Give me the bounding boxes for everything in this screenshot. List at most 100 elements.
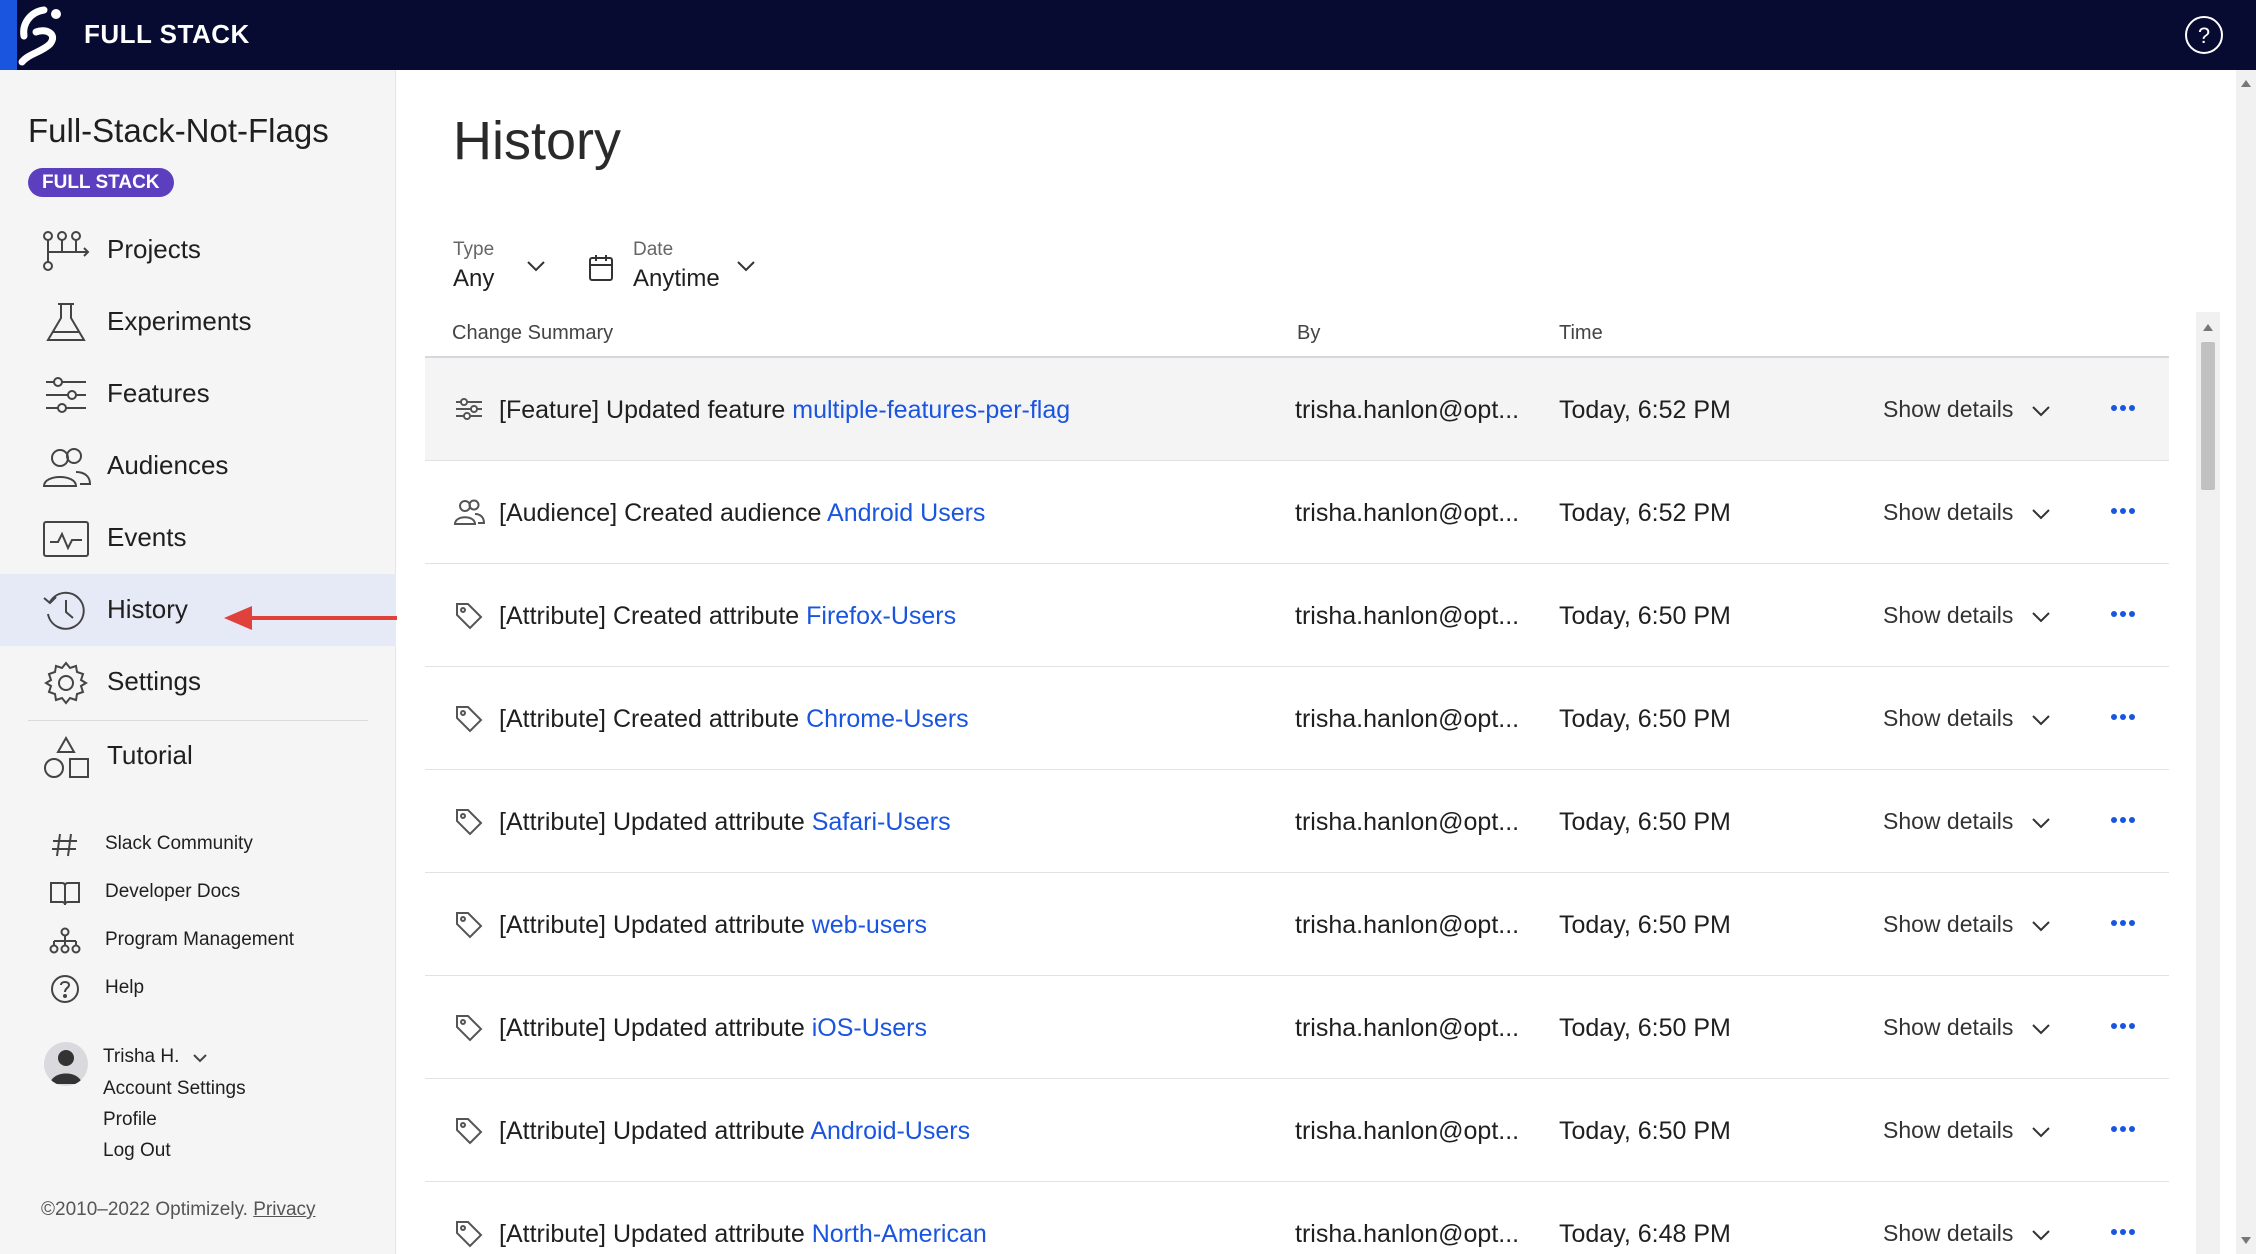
change-target-link[interactable]: iOS-Users bbox=[812, 1014, 927, 1042]
change-summary: [Attribute] Updated attribute Safari-Use… bbox=[499, 808, 951, 837]
optimizely-logo-icon[interactable] bbox=[0, 0, 72, 70]
history-row[interactable]: [Audience] Created audience Android User… bbox=[425, 461, 2169, 564]
change-target-link[interactable]: Chrome-Users bbox=[806, 705, 969, 733]
change-summary: [Attribute] Updated attribute Android-Us… bbox=[499, 1117, 970, 1146]
sidebar-item-features[interactable]: Features bbox=[0, 358, 396, 430]
history-row[interactable]: [Attribute] Updated attribute North-Amer… bbox=[425, 1182, 2169, 1254]
gear-icon bbox=[44, 661, 88, 705]
more-options-icon[interactable] bbox=[2105, 596, 2141, 632]
chevron-down-icon[interactable] bbox=[2028, 707, 2054, 733]
column-header-time: Time bbox=[1559, 322, 1603, 344]
sidebar-item-projects[interactable]: Projects bbox=[0, 214, 396, 286]
users-icon bbox=[453, 499, 485, 525]
sidebar-item-label: Tutorial bbox=[107, 740, 193, 770]
sidebar-link-program-management[interactable]: Program Management bbox=[0, 920, 396, 960]
show-details-button[interactable]: Show details bbox=[1883, 602, 2013, 629]
chevron-down-icon[interactable] bbox=[190, 1048, 210, 1068]
chevron-down-icon[interactable] bbox=[2028, 501, 2054, 527]
sidebar-item-settings[interactable]: Settings bbox=[0, 646, 396, 718]
chevron-down-icon[interactable] bbox=[2028, 1119, 2054, 1145]
more-options-icon[interactable] bbox=[2105, 1214, 2141, 1250]
svg-text:?: ? bbox=[2198, 23, 2210, 48]
change-target-link[interactable]: Firefox-Users bbox=[806, 602, 956, 630]
sidebar-item-label: Settings bbox=[107, 666, 201, 696]
history-row[interactable]: [Attribute] Created attribute Chrome-Use… bbox=[425, 667, 2169, 770]
show-details-button[interactable]: Show details bbox=[1883, 911, 2013, 938]
show-details-button[interactable]: Show details bbox=[1883, 705, 2013, 732]
history-row[interactable]: [Attribute] Created attribute Firefox-Us… bbox=[425, 564, 2169, 667]
chevron-down-icon[interactable] bbox=[2028, 1016, 2054, 1042]
chevron-down-icon[interactable] bbox=[2028, 604, 2054, 630]
show-details-button[interactable]: Show details bbox=[1883, 1014, 2013, 1041]
show-details-button[interactable]: Show details bbox=[1883, 808, 2013, 835]
sidebar-link-slack-community[interactable]: Slack Community bbox=[0, 824, 396, 864]
change-action: Updated attribute bbox=[606, 808, 812, 836]
scrollbar-thumb[interactable] bbox=[2201, 342, 2215, 490]
change-action: Created attribute bbox=[606, 705, 807, 733]
show-details-button[interactable]: Show details bbox=[1883, 1220, 2013, 1247]
calendar-icon[interactable] bbox=[587, 253, 615, 283]
log-out-link[interactable]: Log Out bbox=[103, 1140, 171, 1162]
change-time: Today, 6:50 PM bbox=[1559, 602, 1731, 630]
sidebar-item-events[interactable]: Events bbox=[0, 502, 396, 574]
show-details-button[interactable]: Show details bbox=[1883, 396, 2013, 423]
sidebar-item-experiments[interactable]: Experiments bbox=[0, 286, 396, 358]
more-options-icon[interactable] bbox=[2105, 802, 2141, 838]
changed-by: trisha.hanlon@opt... bbox=[1295, 396, 1520, 424]
privacy-link[interactable]: Privacy bbox=[253, 1199, 315, 1220]
sidebar-item-audiences[interactable]: Audiences bbox=[0, 430, 396, 502]
account-settings-link[interactable]: Account Settings bbox=[103, 1078, 246, 1100]
history-row[interactable]: [Attribute] Updated attribute iOS-Users t… bbox=[425, 976, 2169, 1079]
change-target-link[interactable]: Android-Users bbox=[810, 1117, 970, 1145]
change-target-link[interactable]: North-American bbox=[812, 1220, 987, 1248]
sidebar-item-tutorial[interactable]: Tutorial bbox=[0, 720, 396, 792]
change-action: Updated attribute bbox=[606, 1117, 811, 1145]
more-options-icon[interactable] bbox=[2105, 905, 2141, 941]
chevron-down-icon[interactable] bbox=[2028, 810, 2054, 836]
tag-icon bbox=[456, 603, 483, 630]
chevron-down-icon[interactable] bbox=[2028, 398, 2054, 424]
avatar[interactable] bbox=[44, 1042, 88, 1086]
sliders-icon bbox=[456, 398, 482, 420]
history-row[interactable]: [Attribute] Updated attribute Safari-Use… bbox=[425, 770, 2169, 873]
more-options-icon[interactable] bbox=[2105, 1008, 2141, 1044]
more-options-icon[interactable] bbox=[2105, 390, 2141, 426]
help-circle-icon[interactable]: ? bbox=[2183, 14, 2225, 56]
sidebar-link-label: Slack Community bbox=[105, 833, 253, 854]
show-details-button[interactable]: Show details bbox=[1883, 1117, 2013, 1144]
more-options-icon[interactable] bbox=[2105, 493, 2141, 529]
change-action: Created audience bbox=[617, 499, 828, 527]
list-scrollbar[interactable] bbox=[2196, 312, 2220, 1254]
scroll-up-arrow-icon[interactable] bbox=[2202, 322, 2214, 332]
sidebar-item-label: Events bbox=[107, 522, 187, 552]
sidebar-link-label: Developer Docs bbox=[105, 881, 241, 902]
date-filter-dropdown[interactable]: Date Anytime bbox=[633, 239, 773, 299]
scroll-down-arrow-icon[interactable] bbox=[2240, 1236, 2252, 1246]
org-chart-icon bbox=[49, 927, 81, 954]
change-target-link[interactable]: web-users bbox=[812, 911, 927, 939]
changed-by: trisha.hanlon@opt... bbox=[1295, 1014, 1520, 1042]
change-time: Today, 6:50 PM bbox=[1559, 808, 1731, 836]
profile-link[interactable]: Profile bbox=[103, 1109, 157, 1131]
change-target-link[interactable]: Android Users bbox=[827, 499, 985, 527]
history-row[interactable]: [Attribute] Updated attribute Android-Us… bbox=[425, 1079, 2169, 1182]
change-target-link[interactable]: multiple-features-per-flag bbox=[792, 396, 1070, 424]
sidebar-link-developer-docs[interactable]: Developer Docs bbox=[0, 872, 396, 912]
sidebar: Full-Stack-Not-Flags FULL STACK Projects… bbox=[0, 70, 396, 1254]
history-row[interactable]: [Feature] Updated feature multiple-featu… bbox=[425, 358, 2169, 461]
type-filter-dropdown[interactable]: Type Any bbox=[453, 239, 563, 299]
more-options-icon[interactable] bbox=[2105, 699, 2141, 735]
sidebar-link-help[interactable]: Help bbox=[0, 968, 396, 1008]
history-row[interactable]: [Attribute] Updated attribute web-users t… bbox=[425, 873, 2169, 976]
change-time: Today, 6:50 PM bbox=[1559, 705, 1731, 733]
window-scrollbar[interactable] bbox=[2236, 70, 2256, 1254]
show-details-button[interactable]: Show details bbox=[1883, 499, 2013, 526]
more-options-icon[interactable] bbox=[2105, 1111, 2141, 1147]
chevron-down-icon[interactable] bbox=[2028, 913, 2054, 939]
user-name[interactable]: Trisha H. bbox=[103, 1046, 179, 1068]
chevron-down-icon[interactable] bbox=[2028, 1222, 2054, 1248]
changed-by: trisha.hanlon@opt... bbox=[1295, 808, 1520, 836]
change-target-link[interactable]: Safari-Users bbox=[812, 808, 951, 836]
scroll-up-arrow-icon[interactable] bbox=[2240, 78, 2252, 88]
change-summary: [Attribute] Updated attribute iOS-Users bbox=[499, 1014, 927, 1043]
